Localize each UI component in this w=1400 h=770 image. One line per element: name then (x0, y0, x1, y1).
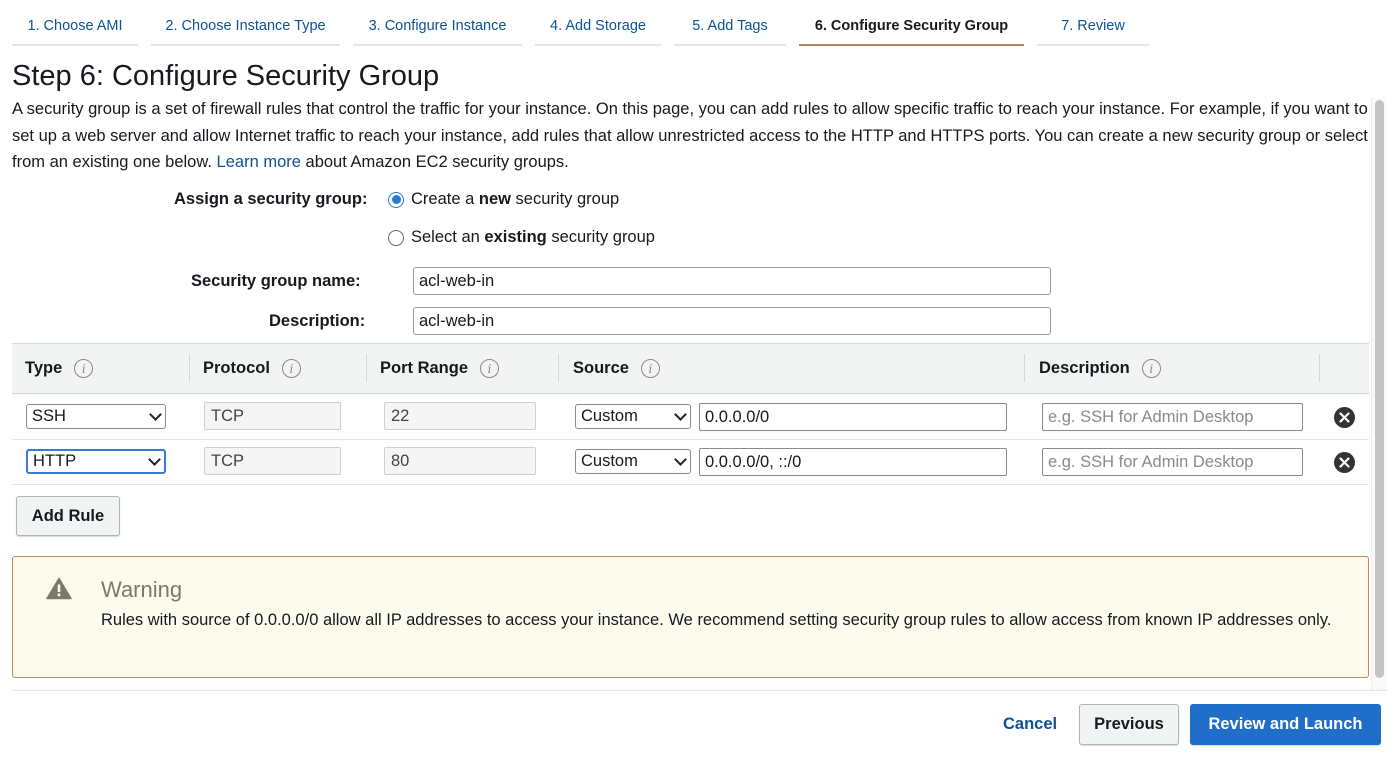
rule-description-input[interactable]: e.g. SSH for Admin Desktop (1042, 448, 1303, 476)
description-label: Description: (269, 312, 366, 330)
rule-type-select[interactable]: SSH (26, 404, 166, 429)
security-group-name-input[interactable] (413, 267, 1051, 295)
tab-add-tags[interactable]: 5. Add Tags (674, 0, 786, 46)
header-protocol: Protocol i (203, 359, 301, 378)
rule-protocol-field: TCP (204, 447, 341, 475)
security-group-name-label: Security group name: (191, 272, 361, 290)
rule-type-select[interactable]: HTTP (26, 449, 166, 474)
chevron-down-icon (149, 407, 162, 421)
tab-configure-security-group[interactable]: 6. Configure Security Group (799, 0, 1024, 46)
info-icon[interactable]: i (480, 359, 500, 378)
remove-rule-icon[interactable] (1334, 452, 1355, 473)
chevron-down-icon (148, 452, 161, 466)
rule-source-select[interactable]: Custom (575, 404, 691, 429)
header-type: Type i (25, 359, 94, 378)
rule-description-input[interactable]: e.g. SSH for Admin Desktop (1042, 403, 1303, 431)
radio-label-create-new: Create a new security group (411, 190, 620, 208)
radio-create-new[interactable]: Create a new security group (388, 190, 619, 209)
intro-text: A security group is a set of firewall ru… (12, 96, 1374, 176)
info-icon[interactable]: i (640, 359, 660, 378)
warning-body: Rules with source of 0.0.0.0/0 allow all… (101, 611, 1332, 629)
info-icon[interactable]: i (1141, 359, 1161, 378)
header-source: Source i (573, 359, 660, 378)
tab-configure-instance[interactable]: 3. Configure Instance (353, 0, 522, 46)
header-description: Description i (1039, 359, 1161, 378)
tab-add-storage[interactable]: 4. Add Storage (535, 0, 661, 46)
wizard-tabs: 1. Choose AMI 2. Choose Instance Type 3.… (0, 0, 1400, 46)
radio-label-select-existing: Select an existing security group (411, 228, 655, 246)
assign-group-label: Assign a security group: (174, 190, 368, 208)
info-icon[interactable]: i (281, 359, 301, 378)
intro-text-tail: about Amazon EC2 security groups. (305, 153, 569, 171)
radio-select-existing[interactable]: Select an existing security group (388, 228, 655, 247)
intro-text-main: A security group is a set of firewall ru… (12, 100, 1368, 171)
previous-button[interactable]: Previous (1079, 704, 1179, 745)
scrollbar-thumb[interactable] (1375, 100, 1384, 678)
learn-more-link[interactable]: Learn more (217, 153, 301, 171)
rule-source-cidr-input[interactable]: 0.0.0.0/0 (699, 403, 1007, 431)
warning-icon (46, 577, 72, 600)
review-and-launch-button[interactable]: Review and Launch (1190, 704, 1381, 745)
tab-choose-ami[interactable]: 1. Choose AMI (12, 0, 138, 46)
description-input[interactable] (413, 307, 1051, 335)
add-rule-button[interactable]: Add Rule (16, 496, 120, 536)
rule-source-cidr-input[interactable]: 0.0.0.0/0, ::/0 (699, 448, 1007, 476)
warning-title: Warning (101, 577, 183, 602)
radio-button-unchecked[interactable] (388, 229, 404, 246)
header-port-range: Port Range i (380, 359, 500, 378)
remove-rule-icon[interactable] (1334, 407, 1355, 428)
info-icon[interactable]: i (74, 359, 94, 378)
chevron-down-icon (674, 407, 687, 421)
cancel-button[interactable]: Cancel (1003, 715, 1057, 734)
radio-button-checked[interactable] (388, 191, 404, 208)
vertical-scrollbar[interactable] (1371, 98, 1387, 690)
warning-alert: Warning Rules with source of 0.0.0.0/0 a… (12, 556, 1369, 678)
tab-review[interactable]: 7. Review (1037, 0, 1149, 46)
rule-protocol-field: TCP (204, 402, 341, 430)
chevron-down-icon (674, 452, 687, 466)
rules-table-header: Type i Protocol i Port Range i Source i Desc… (12, 343, 1369, 394)
tab-choose-instance-type[interactable]: 2. Choose Instance Type (151, 0, 340, 46)
page-title: Step 6: Configure Security Group (12, 60, 440, 92)
rule-port-range-field: 80 (384, 447, 536, 475)
rule-port-range-field: 22 (384, 402, 536, 430)
rule-source-select[interactable]: Custom (575, 449, 691, 474)
